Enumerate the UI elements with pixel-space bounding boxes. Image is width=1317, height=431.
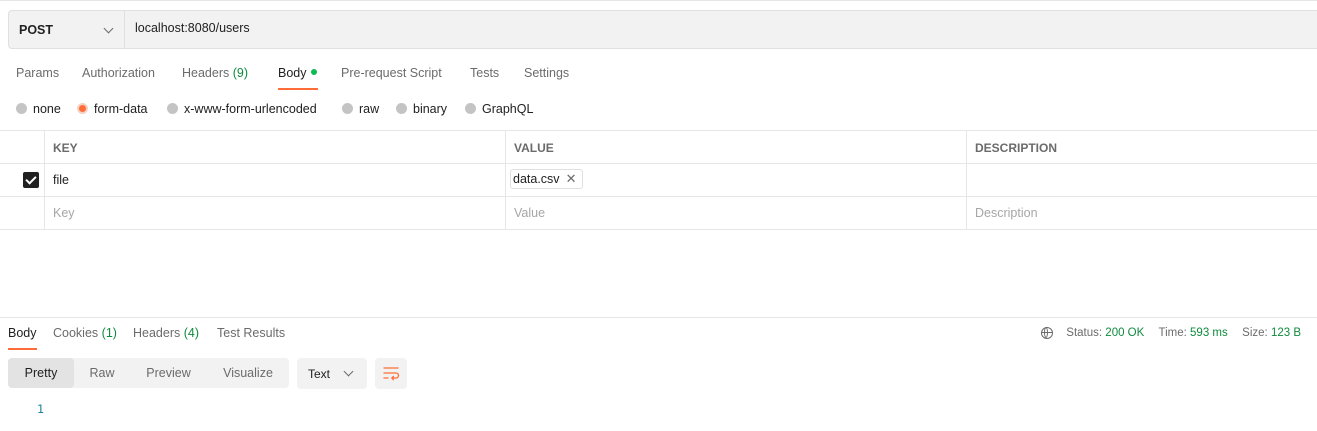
tab-label: Params (16, 66, 60, 80)
response-tab-cookies[interactable]: Cookies (1) (53, 326, 117, 340)
wrap-lines-button[interactable] (375, 358, 407, 389)
response-tab-headers[interactable]: Headers (4) (133, 326, 199, 340)
radio-icon (342, 103, 353, 114)
tab-label: Headers (133, 326, 181, 340)
modified-dot-icon (310, 69, 317, 75)
value-placeholder: Value (514, 206, 546, 220)
view-mode-raw[interactable]: Raw (74, 358, 130, 388)
tab-label: Cookies (53, 326, 99, 340)
tab-label: Test Results (217, 326, 286, 340)
chevron-down-icon (343, 366, 354, 377)
response-tab-body[interactable]: Body (8, 326, 37, 340)
response-tab-test-results[interactable]: Test Results (217, 326, 285, 340)
column-header-key: KEY (53, 141, 78, 155)
radio-none[interactable]: none (16, 102, 61, 116)
header-description-cell: DESCRIPTION (967, 131, 1317, 163)
description-placeholder: Description (975, 206, 1038, 220)
header-checkbox-cell (0, 131, 45, 163)
tab-count: (1) (101, 326, 117, 340)
method-label: POST (19, 23, 54, 37)
tab-settings[interactable]: Settings (524, 66, 569, 80)
close-icon[interactable]: ✕ (566, 170, 577, 188)
radio-icon (16, 103, 27, 114)
radio-label: raw (359, 102, 380, 116)
active-tab-indicator (278, 88, 318, 90)
description-cell[interactable] (967, 164, 1317, 196)
radio-form-data[interactable]: form-data (77, 102, 148, 116)
radio-label: none (33, 102, 61, 116)
header-value-cell: VALUE (506, 131, 967, 163)
globe-icon[interactable] (1041, 327, 1054, 339)
radio-label: form-data (94, 102, 148, 116)
tab-label: Headers (182, 66, 230, 80)
tab-authorization[interactable]: Authorization (82, 66, 155, 80)
view-mode-segmented-control: Pretty Raw Preview Visualize (8, 358, 289, 388)
response-divider[interactable] (0, 317, 1317, 318)
url-input[interactable]: localhost:8080/users (135, 21, 1235, 35)
tab-label: Settings (524, 66, 570, 80)
radio-graphql[interactable]: GraphQL (465, 102, 533, 116)
url-bar: POST localhost:8080/users (8, 10, 1317, 49)
radio-label: x-www-form-urlencoded (184, 102, 317, 116)
time-label: Time: (1158, 327, 1187, 339)
view-mode-visualize[interactable]: Visualize (207, 358, 289, 388)
tab-count: (9) (232, 66, 249, 80)
status-label: Status: (1066, 327, 1103, 339)
tab-body[interactable]: Body (278, 66, 317, 80)
method-select[interactable]: POST (9, 11, 125, 48)
tab-label: Authorization (82, 66, 155, 80)
checkbox-checked-icon[interactable] (23, 172, 39, 188)
radio-label: binary (413, 102, 448, 116)
row-checkbox-cell (0, 197, 45, 229)
radio-selected-icon (77, 103, 88, 114)
time-value[interactable]: 593 ms (1190, 327, 1228, 339)
radio-icon (396, 103, 407, 114)
line-number: 1 (37, 402, 44, 416)
value-input[interactable]: Value (506, 197, 967, 229)
tab-label: Tests (470, 66, 500, 80)
tab-count: (4) (183, 326, 200, 340)
table-row-new: Key Value Description (0, 197, 1317, 230)
radio-icon (167, 103, 178, 114)
key-placeholder: Key (53, 206, 75, 220)
tab-label: Pre-request Script (341, 66, 442, 80)
format-label: Text (308, 367, 331, 381)
header-key-cell: KEY (45, 131, 506, 163)
key-input[interactable]: Key (45, 197, 506, 229)
tab-pre-request-script[interactable]: Pre-request Script (341, 66, 442, 80)
tab-label: Body (8, 326, 37, 340)
radio-label: GraphQL (482, 102, 534, 116)
chevron-down-icon (103, 23, 114, 34)
tab-tests[interactable]: Tests (470, 66, 499, 80)
radio-binary[interactable]: binary (396, 102, 447, 116)
column-header-description: DESCRIPTION (975, 141, 1058, 155)
tab-params[interactable]: Params (16, 66, 59, 80)
column-header-value: VALUE (514, 141, 554, 155)
radio-icon (465, 103, 476, 114)
radio-x-www-form-urlencoded[interactable]: x-www-form-urlencoded (167, 102, 317, 116)
key-value: file (53, 173, 69, 187)
size-label: Size: (1242, 327, 1268, 339)
view-mode-preview[interactable]: Preview (130, 358, 207, 388)
tab-headers[interactable]: Headers (9) (182, 66, 248, 80)
key-cell[interactable]: file (45, 164, 506, 196)
table-row: file data.csv ✕ (0, 164, 1317, 197)
format-select[interactable]: Text (297, 358, 367, 389)
radio-raw[interactable]: raw (342, 102, 379, 116)
view-mode-pretty[interactable]: Pretty (8, 358, 74, 388)
file-chip: data.csv ✕ (510, 169, 583, 189)
file-name: data.csv (513, 172, 560, 186)
value-cell[interactable]: data.csv ✕ (506, 164, 967, 196)
top-border (0, 0, 1317, 1)
size-value[interactable]: 123 B (1271, 327, 1301, 339)
row-checkbox-cell (0, 164, 45, 196)
response-status-bar: Status: 200 OK Time: 593 ms Size: 123 B (1041, 327, 1301, 339)
description-input[interactable]: Description (967, 197, 1317, 229)
tab-label: Body (278, 66, 307, 80)
status-value[interactable]: 200 OK (1105, 327, 1144, 339)
active-response-tab-indicator (8, 348, 37, 350)
wrap-lines-icon (383, 367, 400, 381)
table-header-row: KEY VALUE DESCRIPTION (0, 130, 1317, 164)
